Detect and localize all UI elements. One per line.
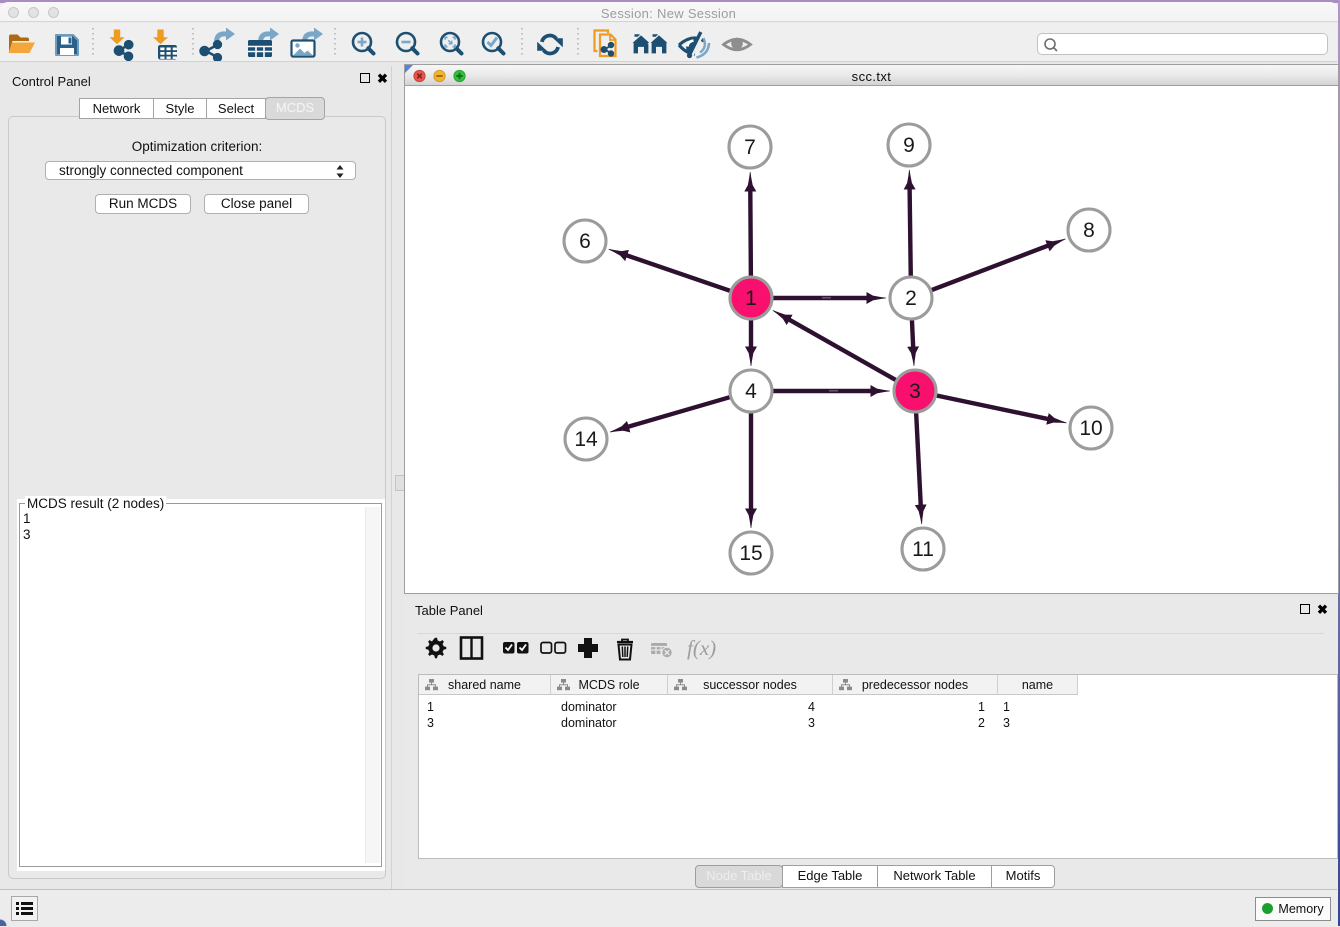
svg-text:4: 4 xyxy=(745,380,757,403)
svg-text:15: 15 xyxy=(739,542,762,565)
svg-text:11: 11 xyxy=(912,538,934,561)
svg-text:10: 10 xyxy=(1079,417,1102,440)
svg-text:2: 2 xyxy=(905,287,917,310)
svg-text:8: 8 xyxy=(1083,219,1095,242)
svg-text:6: 6 xyxy=(579,230,591,253)
svg-text:14: 14 xyxy=(574,428,598,451)
svg-text:7: 7 xyxy=(744,136,756,159)
svg-text:f(x): f(x) xyxy=(687,636,716,660)
svg-text:3: 3 xyxy=(909,380,921,403)
svg-text:1: 1 xyxy=(745,287,757,310)
svg-text:9: 9 xyxy=(903,134,915,157)
